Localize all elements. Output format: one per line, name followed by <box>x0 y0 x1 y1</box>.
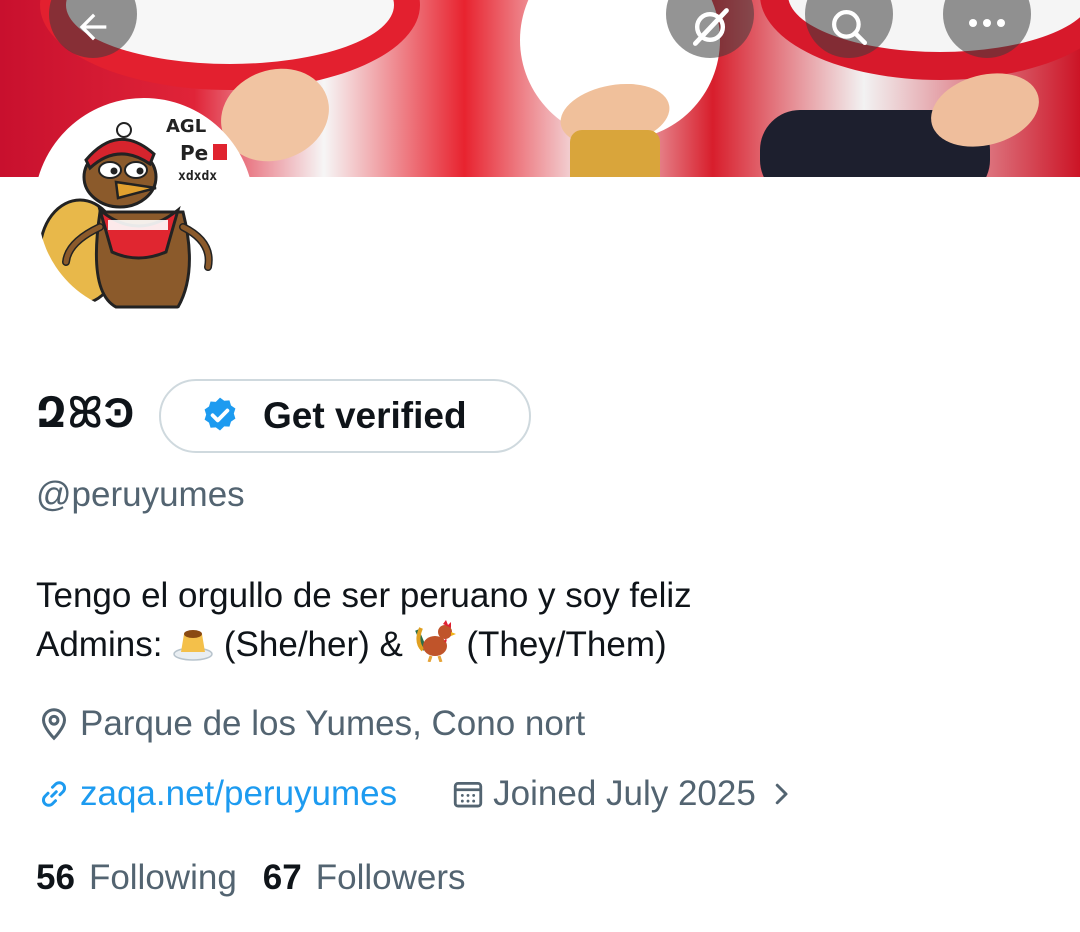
chevron-right-icon <box>775 783 788 805</box>
grok-icon <box>692 8 729 46</box>
profile-meta-row: zaqa.net/peruyumes Joined July 2025 <box>36 774 796 814</box>
bio-line: Admins: (She/her) & (They/Them) <box>36 620 692 669</box>
bio-admin-2: (They/Them) <box>466 625 667 664</box>
flan-emoji-icon <box>173 630 213 661</box>
following-label: Following <box>88 858 237 897</box>
profile-location: Parque de los Yumes, Cono nort <box>36 704 585 744</box>
bio-admins-label: Admins: <box>36 625 163 664</box>
more-icon <box>969 19 1005 27</box>
website-link[interactable]: zaqa.net/peruyumes <box>36 774 397 814</box>
location-pin-icon <box>41 708 67 741</box>
location-text: Parque de los Yumes, Cono nort <box>80 704 586 743</box>
following-stat[interactable]: 56 Following <box>36 858 237 898</box>
display-name: ԶꕤϿ <box>36 389 136 436</box>
followers-stat[interactable]: 67 Followers <box>263 858 466 898</box>
avatar-text: xdxdx <box>178 169 217 184</box>
avatar[interactable]: AGL Pe xdxdx <box>34 98 254 318</box>
profile-handle: @peruyumes <box>36 475 245 514</box>
rooster-emoji-icon <box>414 620 456 662</box>
avatar-text: Pe <box>180 141 208 165</box>
link-icon <box>41 781 67 807</box>
joined-date[interactable]: Joined July 2025 <box>451 774 796 814</box>
banner-crest <box>570 130 660 177</box>
followers-count: 67 <box>262 858 302 897</box>
website-text: zaqa.net/peruyumes <box>80 774 398 813</box>
search-icon <box>832 10 868 46</box>
avatar-cartoon-bird: AGL Pe xdxdx <box>38 102 250 314</box>
followers-label: Followers <box>315 858 466 897</box>
joined-text: Joined July 2025 <box>493 774 756 813</box>
bio-admin-1: (She/her) & <box>223 625 403 664</box>
back-arrow-icon <box>79 13 107 41</box>
verified-badge-icon <box>204 397 236 431</box>
profile-bio: Tengo el orgullo de ser peruano y soy fe… <box>36 572 692 669</box>
following-count: 56 <box>36 858 75 897</box>
avatar-text: AGL <box>166 116 206 137</box>
profile-stats: 56 Following 67 Followers <box>36 858 492 898</box>
get-verified-button[interactable]: Get verified <box>159 379 531 453</box>
bio-line: Tengo el orgullo de ser peruano y soy fe… <box>36 576 692 615</box>
calendar-icon <box>453 781 483 808</box>
get-verified-label: Get verified <box>263 395 467 436</box>
